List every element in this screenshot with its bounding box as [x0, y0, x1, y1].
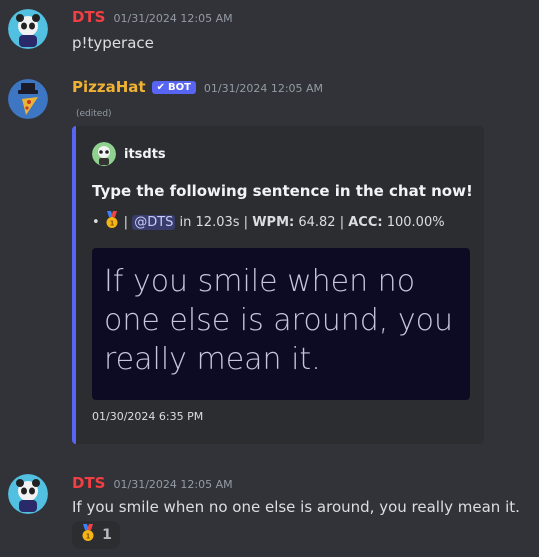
- embed-footer: 01/30/2024 6:35 PM: [92, 410, 204, 423]
- sentence-image-text: If you smile when no one else is around,…: [104, 264, 453, 377]
- svg-text:1: 1: [86, 533, 91, 541]
- embed: itsdts Type the following sentence in th…: [72, 126, 484, 444]
- reaction-count: 1: [102, 527, 112, 543]
- username[interactable]: PizzaHat: [72, 78, 146, 96]
- acc-label: ACC:: [348, 214, 383, 230]
- avatar[interactable]: [8, 9, 48, 49]
- user-mention[interactable]: @DTS: [132, 214, 176, 230]
- panda-avatar-icon: [8, 474, 48, 514]
- author-avatar-icon: [92, 142, 116, 166]
- check-icon: ✔: [156, 82, 165, 93]
- panda-avatar-icon: [8, 9, 48, 49]
- time-text: in 12.03s: [179, 214, 240, 230]
- message-header: PizzaHat ✔ BOT 01/31/2024 12:05 AM: [72, 78, 323, 96]
- timestamp: 01/31/2024 12:05 AM: [203, 82, 324, 95]
- username[interactable]: DTS: [72, 474, 106, 492]
- bot-label: BOT: [167, 82, 191, 93]
- timestamp: 01/31/2024 12:05 AM: [113, 12, 233, 25]
- author-name[interactable]: itsdts: [124, 147, 166, 162]
- first-place-medal-icon: 1: [80, 524, 96, 546]
- svg-text:1: 1: [109, 220, 114, 228]
- message-content: p!typerace: [72, 34, 154, 52]
- bot-badge: ✔ BOT: [151, 81, 196, 94]
- embed-author: itsdts: [92, 142, 166, 166]
- embed-title: Type the following sentence in the chat …: [92, 182, 473, 200]
- embed-description: • 1 | @DTS in 12.03s | WPM: 64.82 | ACC:…: [92, 211, 445, 233]
- reaction-button[interactable]: 1 1: [72, 521, 120, 549]
- message-header: DTS 01/31/2024 12:05 AM: [72, 474, 233, 492]
- timestamp: 01/31/2024 12:05 AM: [113, 478, 233, 491]
- message-content: If you smile when no one else is around,…: [72, 498, 520, 516]
- wpm-value: 64.82: [298, 214, 336, 230]
- avatar[interactable]: [8, 474, 48, 514]
- wpm-label: WPM:: [252, 214, 295, 230]
- bullet: •: [92, 214, 100, 230]
- pizza-hat-avatar-icon: [8, 79, 48, 119]
- first-place-medal-icon: 1: [104, 211, 120, 233]
- edited-label: (edited): [76, 109, 112, 119]
- embed-image[interactable]: If you smile when no one else is around,…: [92, 248, 470, 400]
- acc-value: 100.00%: [386, 214, 445, 230]
- avatar[interactable]: [8, 79, 48, 119]
- username[interactable]: DTS: [72, 8, 106, 26]
- message-header: DTS 01/31/2024 12:05 AM: [72, 8, 233, 26]
